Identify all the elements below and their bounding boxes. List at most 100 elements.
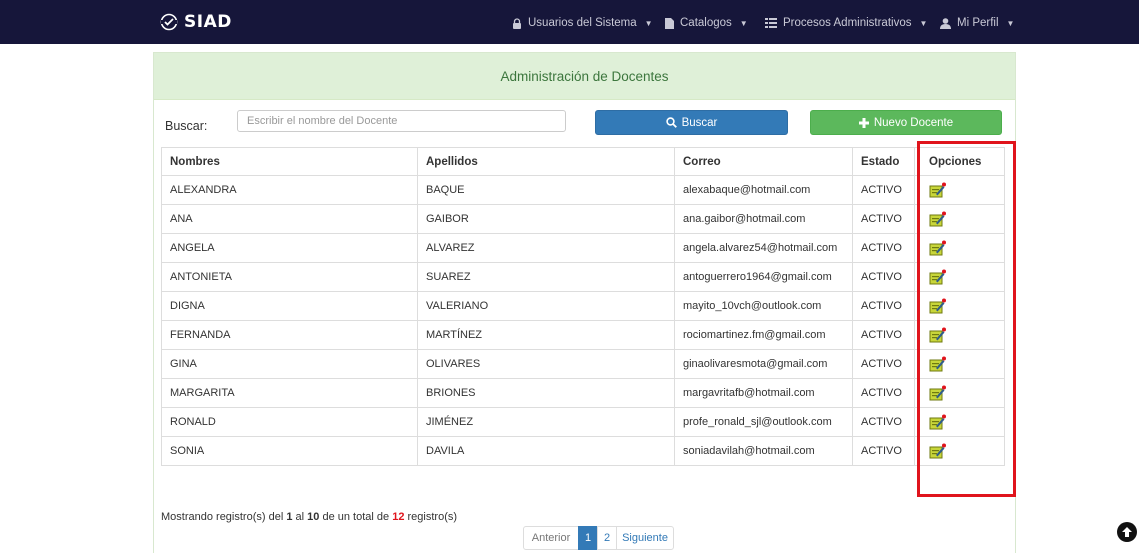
column-header-nombres[interactable]: Nombres: [161, 147, 418, 176]
table-row: RONALD JIMÉNEZ profe_ronald_sjl@outlook.co…: [161, 407, 1005, 437]
edit-icon[interactable]: [929, 298, 946, 315]
pagination-page-2[interactable]: 2: [597, 526, 617, 550]
summary-total: 12: [392, 511, 405, 523]
summary-total-text: de un total de: [322, 511, 390, 523]
chevron-down-icon: ▼: [919, 18, 928, 28]
brand-name: SIAD: [184, 12, 232, 32]
cell-estado: ACTIVO: [852, 436, 915, 466]
cell-opciones: [914, 233, 1005, 263]
cell-nombres: ANA: [161, 204, 418, 234]
table-row: FERNANDA MARTÍNEZ rociomartinez.fm@gmail.c…: [161, 320, 1005, 350]
cell-estado: ACTIVO: [852, 378, 915, 408]
cell-nombres: ANGELA: [161, 233, 418, 263]
cell-correo: alexabaque@hotmail.com: [674, 175, 853, 205]
edit-icon[interactable]: [929, 385, 946, 402]
cell-estado: ACTIVO: [852, 291, 915, 321]
pagination-page-1[interactable]: 1: [578, 526, 598, 550]
edit-icon[interactable]: [929, 443, 946, 460]
search-icon: [665, 117, 677, 128]
cell-correo: profe_ronald_sjl@outlook.com: [674, 407, 853, 437]
cell-correo: rociomartinez.fm@gmail.com: [674, 320, 853, 350]
cell-estado: ACTIVO: [852, 320, 915, 350]
cell-nombres: ANTONIETA: [161, 262, 418, 292]
cell-apellidos: VALERIANO: [417, 291, 675, 321]
cell-estado: ACTIVO: [852, 262, 915, 292]
edit-icon[interactable]: [929, 240, 946, 257]
edit-icon[interactable]: [929, 414, 946, 431]
cell-opciones: [914, 262, 1005, 292]
edit-icon[interactable]: [929, 327, 946, 344]
cell-nombres: ALEXANDRA: [161, 175, 418, 205]
search-button[interactable]: Buscar: [595, 110, 788, 135]
edit-icon[interactable]: [929, 182, 946, 199]
summary-to: 10: [307, 511, 320, 523]
nav-catalogos-label: Catalogos: [680, 17, 732, 29]
new-docente-button[interactable]: Nuevo Docente: [810, 110, 1002, 135]
logo-icon: [160, 13, 178, 31]
table-row: GINA OLIVARES ginaolivaresmota@gmail.com AC…: [161, 349, 1005, 379]
table-header-row: Nombres Apellidos Correo Estado Opciones: [161, 147, 1005, 176]
user-icon: [940, 17, 951, 29]
new-docente-label: Nuevo Docente: [873, 116, 954, 129]
summary-from: 1: [286, 511, 293, 523]
cell-correo: mayito_10vch@outlook.com: [674, 291, 853, 321]
cell-opciones: [914, 407, 1005, 437]
chevron-down-icon: ▼: [644, 18, 653, 28]
cell-apellidos: DAVILA: [417, 436, 675, 466]
cell-opciones: [914, 349, 1005, 379]
docentes-panel: Administración de Docentes Buscar: Busca…: [153, 52, 1016, 553]
edit-icon[interactable]: [929, 211, 946, 228]
cell-estado: ACTIVO: [852, 175, 915, 205]
cell-correo: margavritafb@hotmail.com: [674, 378, 853, 408]
cell-nombres: RONALD: [161, 407, 418, 437]
pagination-next[interactable]: Siguiente: [616, 526, 674, 550]
cell-opciones: [914, 436, 1005, 466]
column-header-apellidos[interactable]: Apellidos: [417, 147, 675, 176]
scroll-to-top-button[interactable]: [1117, 522, 1137, 542]
cell-nombres: FERNANDA: [161, 320, 418, 350]
cell-apellidos: OLIVARES: [417, 349, 675, 379]
nav-catalogos[interactable]: Catalogos ▼: [665, 14, 748, 32]
cell-apellidos: BAQUE: [417, 175, 675, 205]
table-row: ALEXANDRA BAQUE alexabaque@hotmail.com ACTI…: [161, 175, 1005, 205]
pagination-previous[interactable]: Anterior: [523, 526, 579, 550]
records-summary: Mostrando registro(s) del 1 al 10 de un …: [161, 511, 457, 523]
panel-title: Administración de Docentes: [154, 53, 1015, 100]
column-header-estado[interactable]: Estado: [852, 147, 915, 176]
search-input[interactable]: [237, 110, 566, 132]
cell-apellidos: ALVAREZ: [417, 233, 675, 263]
cell-opciones: [914, 320, 1005, 350]
cell-estado: ACTIVO: [852, 233, 915, 263]
plus-icon: [858, 117, 869, 128]
cell-apellidos: MARTÍNEZ: [417, 320, 675, 350]
nav-mi-perfil[interactable]: Mi Perfil ▼: [940, 14, 1014, 32]
column-header-correo[interactable]: Correo: [674, 147, 853, 176]
search-button-label: Buscar: [681, 116, 718, 129]
edit-icon[interactable]: [929, 269, 946, 286]
arrow-up-icon: [1122, 527, 1132, 537]
pagination: Anterior 1 2 Siguiente: [523, 526, 674, 550]
summary-prefix: Mostrando registro(s) del: [161, 511, 284, 523]
cell-apellidos: JIMÉNEZ: [417, 407, 675, 437]
nav-mi-perfil-label: Mi Perfil: [957, 17, 999, 29]
lock-icon: [513, 17, 521, 29]
table-row: ANTONIETA SUAREZ antoguerrero1964@gmail.co…: [161, 262, 1005, 292]
summary-suffix: registro(s): [407, 511, 458, 523]
cell-nombres: DIGNA: [161, 291, 418, 321]
nav-procesos-administrativos[interactable]: Procesos Administrativos ▼: [765, 14, 927, 32]
column-header-opciones: Opciones: [914, 147, 1005, 176]
cell-nombres: MARGARITA: [161, 378, 418, 408]
nav-procesos-label: Procesos Administrativos: [783, 17, 912, 29]
table-row: DIGNA VALERIANO mayito_10vch@outlook.com AC…: [161, 291, 1005, 321]
cell-nombres: SONIA: [161, 436, 418, 466]
nav-usuarios-del-sistema[interactable]: Usuarios del Sistema ▼: [512, 14, 653, 32]
cell-estado: ACTIVO: [852, 204, 915, 234]
cell-estado: ACTIVO: [852, 407, 915, 437]
cell-correo: antoguerrero1964@gmail.com: [674, 262, 853, 292]
brand-logo[interactable]: SIAD: [160, 10, 232, 34]
docentes-table: Nombres Apellidos Correo Estado Opciones…: [161, 147, 1005, 466]
top-navbar: SIAD Usuarios del Sistema ▼ Catalogos ▼ …: [0, 0, 1139, 44]
cell-correo: soniadavilah@hotmail.com: [674, 436, 853, 466]
edit-icon[interactable]: [929, 356, 946, 373]
search-label: Buscar:: [165, 119, 208, 133]
